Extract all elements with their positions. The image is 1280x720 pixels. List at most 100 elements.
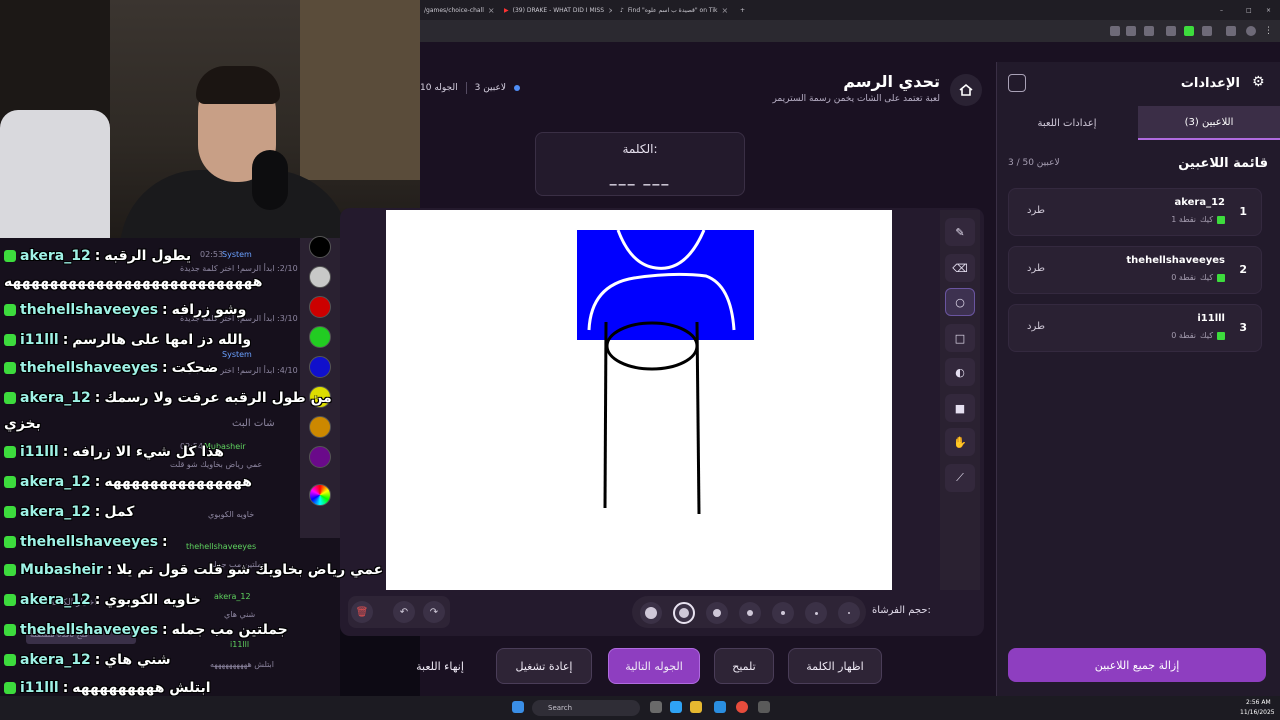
- brush-size-option[interactable]: [838, 602, 860, 624]
- end-game-button[interactable]: إنهاء اللعبة: [400, 648, 480, 684]
- hand-tool-button[interactable]: ✋: [945, 428, 975, 456]
- close-icon[interactable]: ×: [488, 6, 495, 15]
- app-icon[interactable]: [714, 701, 726, 713]
- brush-dot-icon: [713, 609, 721, 617]
- circle-tool-button[interactable]: ○: [945, 288, 975, 316]
- brush-size-option[interactable]: [706, 602, 728, 624]
- overlay-chat-line: thehellshaveeyes: جملتين مب جمله: [4, 616, 288, 644]
- brush-size-option[interactable]: [640, 602, 662, 624]
- drawing-canvas[interactable]: [386, 210, 892, 590]
- kick-badge-icon: [4, 476, 16, 488]
- clear-canvas-button[interactable]: 🗑: [351, 601, 373, 623]
- redo-icon: ↷: [429, 606, 439, 618]
- player-rank: 3: [1239, 321, 1247, 334]
- brush-size-label: حجم الفرشاة:: [872, 605, 931, 616]
- zoom-icon[interactable]: [1126, 26, 1136, 36]
- filled-rect-tool-button[interactable]: ■: [945, 394, 975, 422]
- bookmark-star-icon[interactable]: [1144, 26, 1154, 36]
- kick-badge-icon: [4, 506, 16, 518]
- circle-icon: ○: [955, 295, 965, 309]
- trash-icon: 🗑: [355, 606, 369, 618]
- line-tool-button[interactable]: ⟋: [945, 464, 975, 492]
- overlay-separator: :: [162, 360, 168, 376]
- file-explorer-icon[interactable]: [690, 701, 702, 713]
- color-swatch[interactable]: [309, 266, 331, 288]
- overlay-username: i11lll: [20, 680, 59, 696]
- color-swatch[interactable]: [309, 416, 331, 438]
- chrome-icon[interactable]: [736, 701, 748, 713]
- fill-tool-button[interactable]: ◐: [945, 358, 975, 386]
- kick-player-button[interactable]: طرد: [1027, 321, 1045, 332]
- brush-size-option[interactable]: [805, 602, 827, 624]
- windows-start-icon[interactable]: [512, 701, 524, 713]
- color-swatch[interactable]: [309, 356, 331, 378]
- shield-icon[interactable]: [1184, 26, 1194, 36]
- brush-size-option[interactable]: [739, 602, 761, 624]
- overlay-username: akera_12: [20, 474, 91, 490]
- brush-dot-icon: [848, 612, 850, 614]
- extension-icon[interactable]: [1166, 26, 1176, 36]
- sidebar-title: الإعدادات: [1180, 76, 1240, 91]
- color-swatch[interactable]: [309, 326, 331, 348]
- brush-size-option[interactable]: [772, 602, 794, 624]
- task-view-icon[interactable]: [650, 701, 662, 713]
- browser-tab-1[interactable]: /games/choice-chall ×: [420, 3, 498, 18]
- eraser-tool-button[interactable]: ⌫: [945, 254, 975, 282]
- kick-badge-icon: [4, 682, 16, 694]
- custom-color-picker[interactable]: [309, 484, 331, 506]
- undo-button[interactable]: ↶: [393, 601, 415, 623]
- maximize-icon[interactable]: □: [1242, 3, 1254, 18]
- overlay-separator: :: [94, 652, 101, 668]
- profile-avatar[interactable]: [1246, 26, 1256, 36]
- overlay-username: thehellshaveeyes: [20, 534, 159, 550]
- taskbar-search[interactable]: Search: [532, 700, 640, 716]
- home-button[interactable]: [950, 74, 982, 106]
- next-round-button[interactable]: الجوله التالية: [608, 648, 700, 684]
- overlay-username: thehellshaveeyes: [20, 360, 159, 376]
- color-swatch[interactable]: [309, 296, 331, 318]
- overlay-separator: :: [162, 622, 168, 638]
- overlay-message: كمل: [104, 504, 135, 520]
- show-word-button[interactable]: اظهار الكلمة: [788, 648, 882, 684]
- webcam-feed: [0, 0, 420, 238]
- redo-button[interactable]: ↷: [423, 601, 445, 623]
- game-meta: الجوله 10 3 لاعبين: [420, 82, 520, 94]
- overlay-message: ابتلش هههههههههه: [72, 680, 211, 696]
- tab-players[interactable]: اللاعبين (3): [1138, 106, 1280, 140]
- kick-badge-icon: [4, 536, 16, 548]
- close-icon[interactable]: ×: [608, 6, 612, 15]
- overlay-chat-line: thehellshaveeyes:: [4, 528, 172, 556]
- window-close-icon[interactable]: ×: [1262, 3, 1274, 18]
- color-swatch[interactable]: [309, 446, 331, 468]
- kick-player-button[interactable]: طرد: [1027, 263, 1045, 274]
- browser-tab-2[interactable]: ▶ (39) DRAKE - WHAT DID I MISS ×: [500, 3, 612, 18]
- browser-tab-3[interactable]: ♪ Find "قصيدة ب اسم علوه" on Tik ×: [616, 3, 736, 18]
- overlay-message: والله دز امها على هالرسم: [72, 332, 252, 348]
- puzzle-icon[interactable]: [1202, 26, 1212, 36]
- tab-game-settings[interactable]: إعدادات اللعبة: [996, 106, 1138, 140]
- minimize-icon[interactable]: –: [1216, 3, 1228, 18]
- kick-player-button[interactable]: طرد: [1027, 205, 1045, 216]
- collapse-sidebar-button[interactable]: [1008, 74, 1026, 92]
- overlay-username: thehellshaveeyes: [20, 622, 159, 638]
- close-icon[interactable]: ×: [722, 6, 729, 15]
- overlay-username: Mubasheir: [20, 562, 103, 578]
- overlay-separator: :: [94, 474, 101, 490]
- new-tab-button[interactable]: +: [736, 3, 752, 18]
- remove-all-players-button[interactable]: إزالة جميع اللاعبين: [1008, 648, 1266, 682]
- webcam-background-window: [300, 0, 420, 180]
- app-icon[interactable]: [758, 701, 770, 713]
- brush-size-option[interactable]: [673, 602, 695, 624]
- hint-button[interactable]: تلميح: [714, 648, 774, 684]
- menu-icon[interactable]: ⋮: [1264, 26, 1274, 36]
- rectangle-tool-button[interactable]: □: [945, 324, 975, 352]
- sidebar-icon[interactable]: [1226, 26, 1236, 36]
- app-icon[interactable]: [670, 701, 682, 713]
- translate-icon[interactable]: [1110, 26, 1120, 36]
- brush-dot-icon: [645, 607, 657, 619]
- webcam-streamer-hair: [196, 66, 280, 104]
- restart-button[interactable]: إعادة تشغيل: [496, 648, 592, 684]
- overlay-username: akera_12: [20, 504, 91, 520]
- pen-tool-button[interactable]: ✎: [945, 218, 975, 246]
- color-swatch[interactable]: [309, 236, 331, 258]
